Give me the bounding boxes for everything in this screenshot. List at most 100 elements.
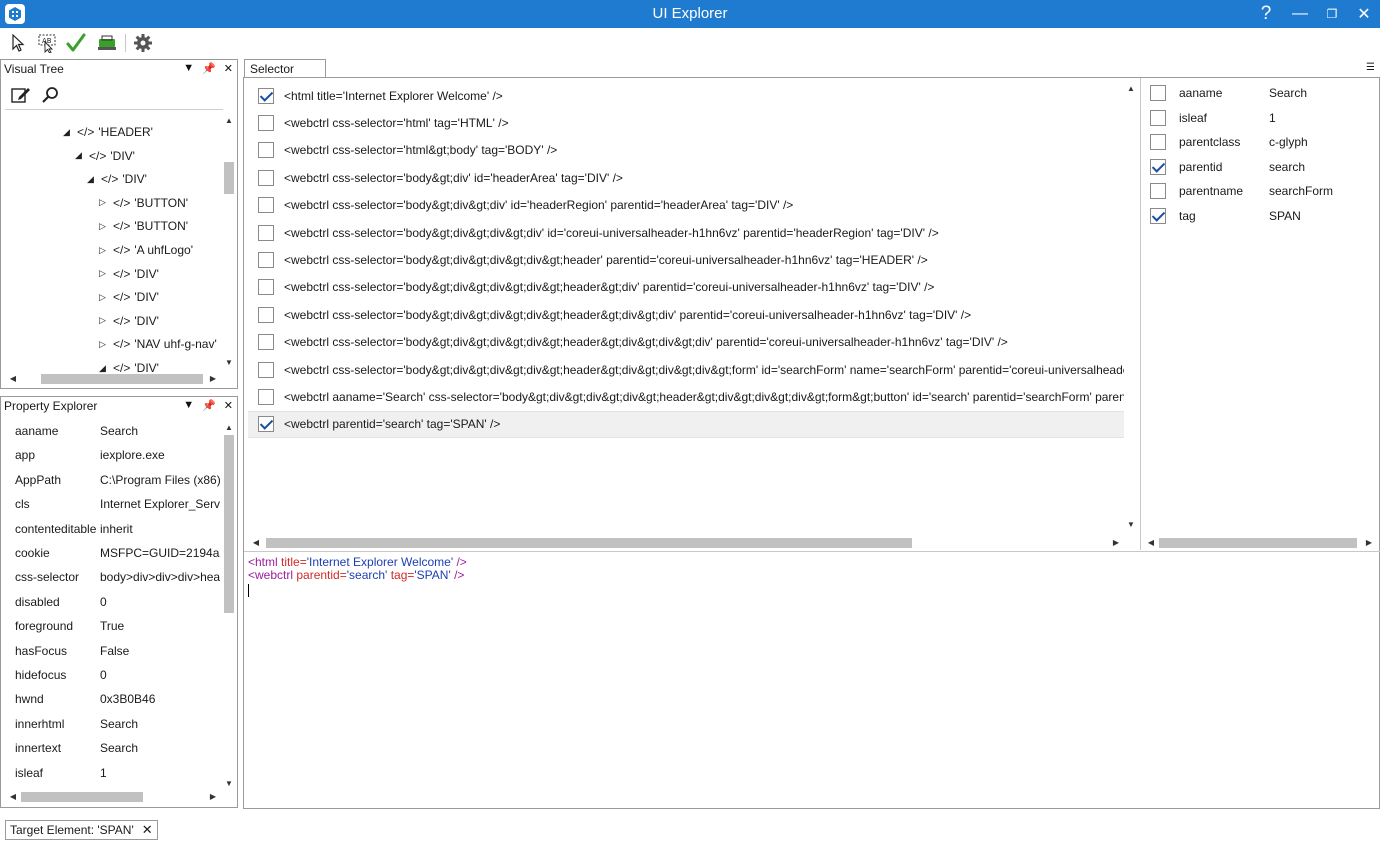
property-row[interactable]: AppPath C:\Program Files (x86)\Internet E… <box>15 468 220 492</box>
property-row[interactable]: disabled 0 <box>15 590 220 614</box>
attribute-row[interactable]: parentclass c-glyph <box>1146 130 1308 155</box>
selector-checkbox[interactable] <box>258 279 274 296</box>
selector-row[interactable]: <webctrl css-selector='body&gt;div&gt;di… <box>248 219 1124 246</box>
pin-icon[interactable]: 📌 <box>202 62 216 75</box>
close-icon[interactable]: ✕ <box>224 399 233 412</box>
selector-row[interactable]: <webctrl css-selector='html' tag='HTML' … <box>248 109 1124 136</box>
tree-node[interactable]: ▷ </> 'DIV' <box>99 310 159 332</box>
tree-node[interactable]: ◢ </> 'DIV' <box>75 145 135 167</box>
collapsed-arrow-icon[interactable]: ▷ <box>99 221 111 232</box>
selector-row[interactable]: <webctrl parentid='search' tag='SPAN' /> <box>248 410 1124 438</box>
select-element-icon[interactable] <box>6 32 30 54</box>
collapsed-arrow-icon[interactable]: ▷ <box>99 292 111 303</box>
property-row[interactable]: app iexplore.exe <box>15 443 220 467</box>
selector-checkbox[interactable] <box>258 142 274 159</box>
attribute-horizontal-scrollbar[interactable]: ◀ ▶ <box>1145 537 1377 549</box>
selector-checkbox[interactable] <box>258 388 274 405</box>
minimize-button[interactable]: — <box>1284 0 1316 28</box>
property-row[interactable]: contenteditable inherit <box>15 517 220 541</box>
expanded-arrow-icon[interactable]: ◢ <box>87 174 99 185</box>
property-row[interactable]: cookie MSFPC=GUID=2194aa40 <box>15 541 220 565</box>
selector-checkbox[interactable] <box>258 251 274 268</box>
attribute-checkbox[interactable] <box>1150 207 1166 224</box>
edit-tree-icon[interactable] <box>11 86 31 107</box>
target-element-tab[interactable]: Target Element: 'SPAN' ✕ <box>5 820 158 840</box>
restore-button[interactable]: ❐ <box>1316 0 1348 28</box>
attribute-checkbox[interactable] <box>1150 109 1166 126</box>
tree-node[interactable]: ▷ </> 'DIV' <box>99 286 159 308</box>
collapsed-arrow-icon[interactable]: ▷ <box>99 315 111 326</box>
expanded-arrow-icon[interactable]: ◢ <box>75 150 87 161</box>
selector-code-editor[interactable]: <html title='Internet Explorer Welcome' … <box>248 556 467 597</box>
property-row[interactable]: hidefocus 0 <box>15 663 220 687</box>
attribute-checkbox[interactable] <box>1150 85 1166 102</box>
property-row[interactable]: innerhtml Search <box>15 712 220 736</box>
property-row[interactable]: innertext Search <box>15 736 220 760</box>
tree-node[interactable]: ▷ </> 'NAV uhf-g-nav' <box>99 333 217 355</box>
attribute-checkbox[interactable] <box>1150 134 1166 151</box>
selector-row[interactable]: <webctrl aaname='Search' css-selector='b… <box>248 383 1124 410</box>
property-row[interactable]: foreground True <box>15 614 220 638</box>
tree-node[interactable]: ▷ </> 'BUTTON' <box>99 215 188 237</box>
collapsed-arrow-icon[interactable]: ▷ <box>99 197 111 208</box>
collapsed-arrow-icon[interactable]: ▷ <box>99 339 111 350</box>
selector-row[interactable]: <webctrl css-selector='body&gt;div&gt;di… <box>248 329 1124 356</box>
selector-checkbox[interactable] <box>258 334 274 351</box>
tree-node[interactable]: ▷ </> 'DIV' <box>99 263 159 285</box>
close-window-button[interactable]: ✕ <box>1348 0 1380 28</box>
selector-checkbox[interactable] <box>258 416 274 433</box>
close-icon[interactable]: ✕ <box>224 62 233 75</box>
settings-icon[interactable] <box>131 32 155 54</box>
property-row[interactable]: aaname Search <box>15 419 220 443</box>
selector-row[interactable]: <webctrl css-selector='body&gt;div&gt;di… <box>248 356 1124 383</box>
collapsed-arrow-icon[interactable]: ▷ <box>99 245 111 256</box>
attribute-row[interactable]: parentname searchForm <box>1146 179 1333 204</box>
collapsed-arrow-icon[interactable]: ▷ <box>99 268 111 279</box>
selector-row[interactable]: <webctrl css-selector='body&gt;div' id='… <box>248 164 1124 191</box>
validate-icon[interactable] <box>64 32 88 54</box>
property-row[interactable]: css-selector body>div>div>div>header <box>15 565 220 589</box>
selector-row[interactable]: <webctrl css-selector='body&gt;div&gt;di… <box>248 301 1124 328</box>
attribute-row[interactable]: parentid search <box>1146 155 1305 180</box>
selector-checkbox[interactable] <box>258 87 274 104</box>
property-row[interactable]: cls Internet Explorer_Server <box>15 492 220 516</box>
help-button[interactable]: ? <box>1250 0 1282 28</box>
dropdown-icon[interactable]: ▼ <box>183 399 194 412</box>
selector-checkbox[interactable] <box>258 224 274 241</box>
property-horizontal-scrollbar[interactable]: ◀ ▶ <box>5 791 219 803</box>
select-ocr-icon[interactable]: AB <box>35 32 59 54</box>
selector-checkbox[interactable] <box>258 197 274 214</box>
attribute-row[interactable]: aaname Search <box>1146 81 1307 106</box>
property-vertical-scrollbar[interactable]: ▲ ▼ <box>223 419 235 791</box>
attribute-row[interactable]: isleaf 1 <box>1146 106 1276 131</box>
selector-row[interactable]: <webctrl css-selector='body&gt;div&gt;di… <box>248 246 1124 273</box>
attribute-checkbox[interactable] <box>1150 158 1166 175</box>
selector-horizontal-scrollbar[interactable]: ◀ ▶ <box>248 537 1124 549</box>
selector-row[interactable]: <webctrl css-selector='html&gt;body' tag… <box>248 137 1124 164</box>
property-row[interactable]: hasFocus False <box>15 639 220 663</box>
attribute-row[interactable]: tag SPAN <box>1146 204 1301 229</box>
tree-horizontal-scrollbar[interactable]: ◀ ▶ <box>5 373 219 385</box>
tab-menu-icon[interactable]: ☰ <box>1366 62 1375 73</box>
tree-node[interactable]: ▷ </> 'A uhfLogo' <box>99 239 193 261</box>
highlight-icon[interactable] <box>95 32 119 54</box>
dropdown-icon[interactable]: ▼ <box>183 62 194 75</box>
attribute-checkbox[interactable] <box>1150 183 1166 200</box>
selector-checkbox[interactable] <box>258 361 274 378</box>
property-row[interactable]: isleaf 1 <box>15 761 220 785</box>
search-icon[interactable] <box>41 86 61 107</box>
tree-node[interactable]: ▷ </> 'BUTTON' <box>99 192 188 214</box>
selector-vertical-scrollbar[interactable]: ▲ ▼ <box>1125 80 1137 532</box>
selector-row[interactable]: <html title='Internet Explorer Welcome' … <box>248 82 1124 109</box>
pin-icon[interactable]: 📌 <box>202 399 216 412</box>
property-row[interactable]: hwnd 0x3B0B46 <box>15 687 220 711</box>
close-icon[interactable]: ✕ <box>142 822 153 838</box>
tree-node[interactable]: ◢ </> 'DIV' <box>87 168 147 190</box>
expanded-arrow-icon[interactable]: ◢ <box>63 127 75 138</box>
expanded-arrow-icon[interactable]: ◢ <box>99 363 111 374</box>
tree-node[interactable]: ◢ </> 'HEADER' <box>63 121 153 143</box>
selector-row[interactable]: <webctrl css-selector='body&gt;div&gt;di… <box>248 274 1124 301</box>
selector-checkbox[interactable] <box>258 306 274 323</box>
selector-row[interactable]: <webctrl css-selector='body&gt;div&gt;di… <box>248 192 1124 219</box>
selector-checkbox[interactable] <box>258 169 274 186</box>
